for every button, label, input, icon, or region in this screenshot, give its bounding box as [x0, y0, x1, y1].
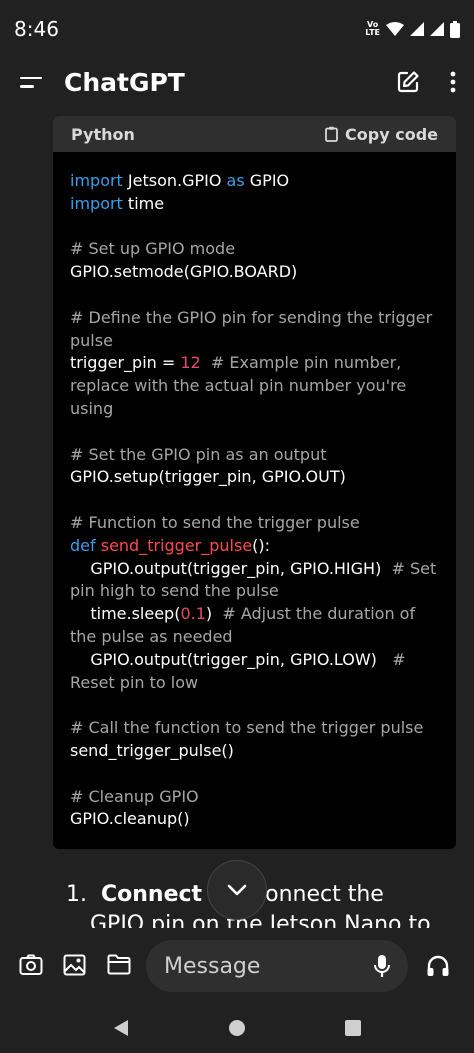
microphone-icon[interactable]	[374, 954, 390, 978]
code-line: import Jetson.GPIO as GPIO	[70, 170, 439, 193]
code-token: GPIO.output(trigger_pin, GPIO.HIGH)	[70, 558, 392, 578]
code-token: # Cleanup GPIO	[70, 786, 199, 806]
status-time: 8:46	[14, 17, 59, 41]
code-line: def send_trigger_pulse():	[70, 535, 439, 558]
copy-code-button[interactable]: Copy code	[325, 125, 438, 144]
code-token: # Call the function to send the trigger …	[70, 718, 424, 738]
code-token: import	[70, 193, 123, 213]
code-token: time	[122, 193, 165, 213]
code-token: send_trigger_pulse()	[70, 740, 234, 760]
code-line: GPIO.output(trigger_pin, GPIO.HIGH) # Se…	[70, 558, 439, 604]
code-line: # Function to send the trigger pulse	[70, 512, 439, 535]
code-token: Jetson.GPIO	[122, 171, 227, 190]
code-token: GPIO.output(trigger_pin, GPIO.LOW)	[70, 649, 393, 669]
code-line: # Set the GPIO pin as an output	[70, 444, 439, 467]
recents-icon[interactable]	[344, 1020, 361, 1036]
status-bar: 8:46 Vo LTE	[0, 0, 474, 58]
code-token: 0.1	[180, 604, 206, 624]
status-icons: Vo LTE	[365, 20, 460, 38]
code-line: # Set up GPIO mode	[70, 238, 439, 261]
code-line: GPIO.cleanup()	[70, 808, 439, 831]
code-token: GPIO	[244, 171, 290, 190]
code-token: GPIO.setup(trigger_pin, GPIO.OUT)	[70, 467, 346, 487]
scroll-down-button[interactable]	[207, 860, 267, 920]
app-header: ChatGPT	[0, 58, 474, 106]
code-line: GPIO.output(trigger_pin, GPIO.LOW) # Res…	[70, 649, 439, 695]
signal-icon-2	[430, 22, 444, 36]
page-title: ChatGPT	[64, 67, 185, 97]
code-body: import Jetson.GPIO as GPIO import time # …	[53, 152, 456, 831]
list-number: 1.	[66, 882, 87, 907]
more-options-icon[interactable]	[450, 71, 456, 93]
message-input[interactable]: Message	[146, 940, 408, 992]
folder-icon[interactable]	[107, 954, 131, 975]
battery-icon	[450, 20, 460, 38]
volte-icon: Vo LTE	[365, 20, 380, 37]
code-token: ():	[252, 535, 271, 555]
code-line: # Define the GPIO pin for sending the tr…	[70, 307, 439, 353]
code-token: GPIO.setmode(GPIO.BOARD)	[70, 262, 298, 282]
new-chat-icon[interactable]	[396, 70, 420, 94]
code-token: # Define the GPIO pin for sending the tr…	[70, 307, 438, 350]
code-token: send_trigger_pulse	[100, 535, 253, 555]
chevron-down-icon	[227, 884, 247, 896]
code-token: import	[70, 171, 123, 190]
code-token: # Set the GPIO pin as an output	[70, 444, 327, 464]
image-icon[interactable]	[63, 954, 86, 976]
copy-code-label: Copy code	[345, 124, 438, 144]
signal-icon	[410, 22, 424, 36]
code-line: send_trigger_pulse()	[70, 740, 439, 763]
clipboard-icon	[325, 126, 338, 142]
headphones-icon[interactable]	[426, 955, 450, 977]
code-token: GPIO.cleanup()	[70, 809, 190, 829]
back-icon[interactable]	[113, 1019, 129, 1037]
code-token: # Function to send the trigger pulse	[70, 512, 360, 532]
code-line: GPIO.setup(trigger_pin, GPIO.OUT)	[70, 466, 439, 489]
code-token: # Set up GPIO mode	[70, 239, 236, 259]
code-line: time.sleep(0.1) # Adjust the duration of…	[70, 603, 439, 649]
code-token: )	[205, 604, 223, 624]
code-language: Python	[71, 124, 135, 144]
code-line: import time	[70, 193, 439, 216]
system-nav-bar	[0, 1003, 474, 1053]
message-placeholder: Message	[164, 953, 261, 979]
code-token: time.sleep(	[70, 604, 181, 624]
code-token: def	[70, 535, 96, 555]
code-line: GPIO.setmode(GPIO.BOARD)	[70, 261, 439, 284]
code-line: trigger_pin = 12 # Example pin number, r…	[70, 352, 439, 420]
menu-button[interactable]	[20, 70, 44, 94]
code-line: # Call the function to send the trigger …	[70, 717, 439, 740]
code-block: Python Copy code import Jetson.GPIO as G…	[53, 116, 456, 849]
code-token: as	[226, 171, 245, 190]
wifi-icon	[386, 22, 404, 36]
code-header: Python Copy code	[53, 116, 456, 152]
code-token: trigger_pin =	[70, 353, 181, 373]
camera-icon[interactable]	[19, 954, 43, 976]
code-line: # Cleanup GPIO	[70, 786, 439, 809]
home-icon[interactable]	[228, 1019, 246, 1037]
code-token: 12	[180, 353, 201, 373]
